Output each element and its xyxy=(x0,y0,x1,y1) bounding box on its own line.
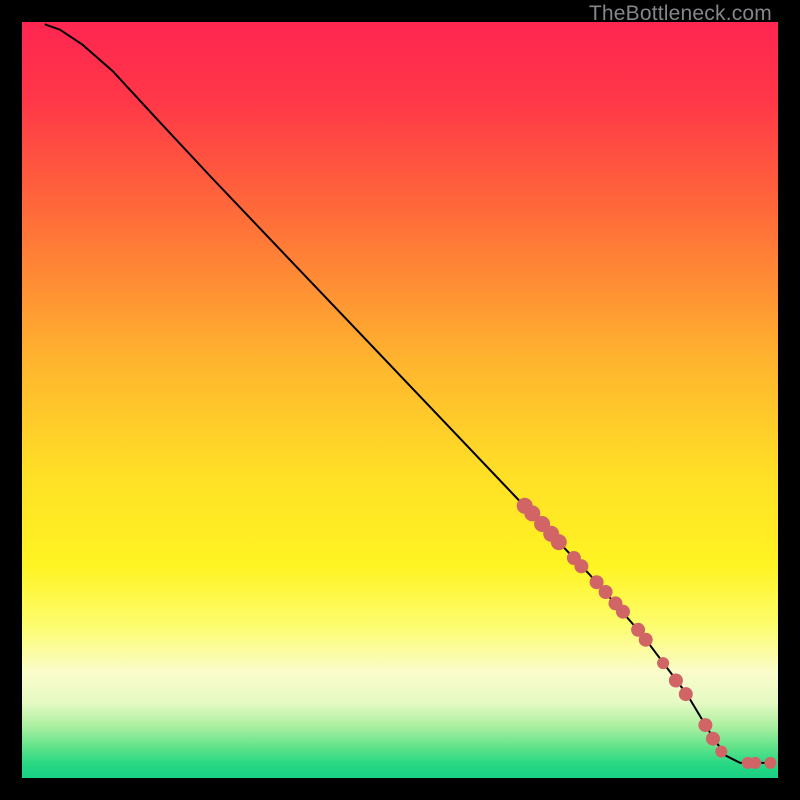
data-marker xyxy=(715,746,727,758)
data-marker xyxy=(669,674,683,688)
data-marker xyxy=(764,757,776,769)
data-marker xyxy=(698,718,712,732)
data-marker xyxy=(657,657,669,669)
data-marker xyxy=(679,687,693,701)
data-marker xyxy=(574,559,588,573)
chart-frame xyxy=(22,22,778,778)
chart-svg xyxy=(22,22,778,778)
data-marker xyxy=(616,605,630,619)
data-marker xyxy=(706,732,720,746)
data-marker xyxy=(551,534,567,550)
data-marker xyxy=(599,585,613,599)
data-marker xyxy=(749,757,761,769)
data-marker xyxy=(639,633,653,647)
watermark-text: TheBottleneck.com xyxy=(589,2,772,26)
